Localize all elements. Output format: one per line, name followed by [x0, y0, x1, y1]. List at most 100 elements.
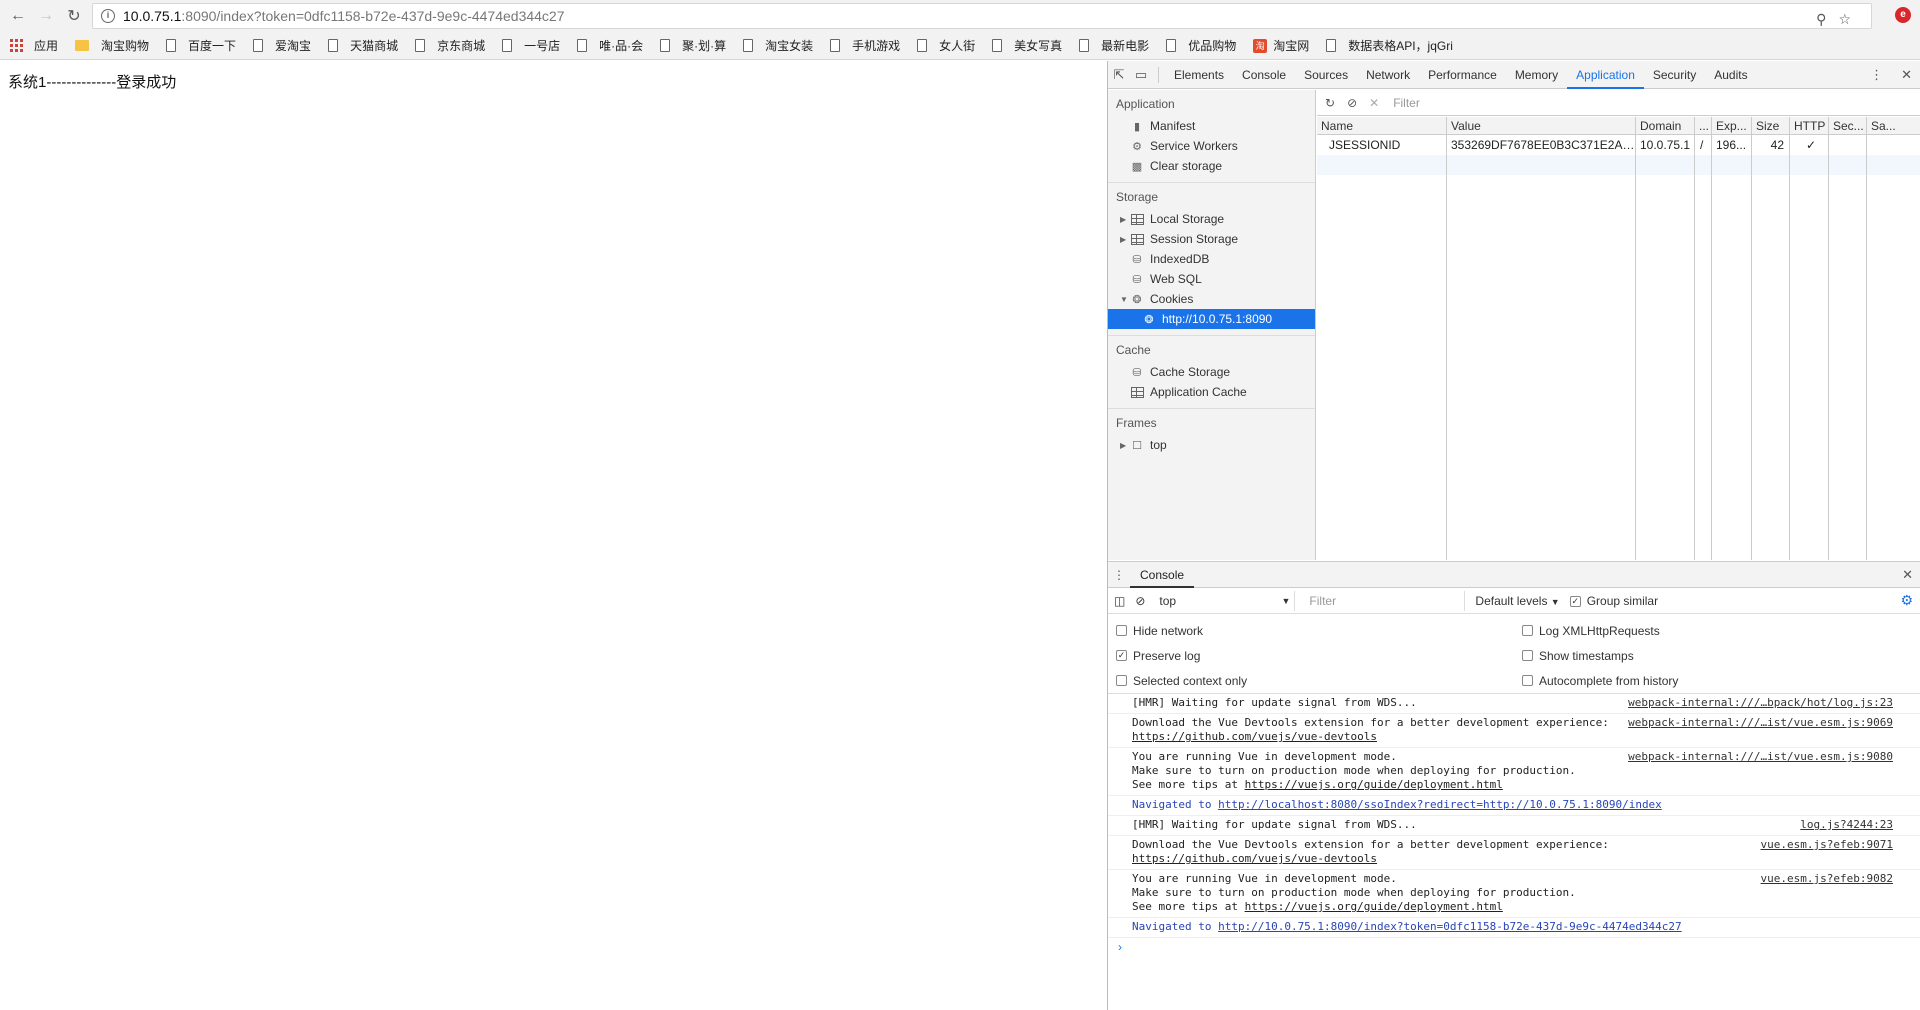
- tab-audits[interactable]: Audits: [1705, 61, 1756, 89]
- bookmark-item[interactable]: 爱淘宝: [253, 37, 311, 54]
- close-drawer-icon[interactable]: ✕: [1902, 567, 1913, 583]
- bookmark-item[interactable]: 女人街: [917, 37, 975, 54]
- message-link[interactable]: https://github.com/vuejs/vue-devtools: [1132, 852, 1377, 865]
- key-icon[interactable]: ⚲: [1816, 11, 1826, 28]
- console-settings-icon[interactable]: ⚙: [1900, 592, 1913, 609]
- inspect-icon[interactable]: ⇱: [1108, 67, 1130, 83]
- bookmark-item[interactable]: 聚·划·算: [660, 37, 726, 54]
- table-cell[interactable]: JSESSIONID: [1317, 135, 1446, 155]
- clear-all-icon[interactable]: ⊘: [1347, 96, 1357, 110]
- tab-sources[interactable]: Sources: [1295, 61, 1357, 89]
- expand-triangle-icon[interactable]: ▶: [1120, 215, 1130, 224]
- sidebar-item-local-storage[interactable]: ▶ Local Storage: [1108, 209, 1315, 229]
- column-header[interactable]: Exp...: [1712, 117, 1751, 135]
- bookmark-item[interactable]: 淘宝购物: [75, 37, 149, 54]
- bookmark-item[interactable]: 应用: [10, 37, 58, 54]
- bookmark-item[interactable]: 京东商城: [415, 37, 485, 54]
- bookmark-item[interactable]: 一号店: [502, 37, 560, 54]
- message-source-link[interactable]: webpack-internal:///…bpack/hot/log.js:23: [1628, 696, 1893, 710]
- sidebar-item-clear-storage[interactable]: ▩ Clear storage: [1108, 156, 1315, 176]
- message-source-link[interactable]: vue.esm.js?efeb:9082: [1761, 872, 1893, 886]
- column-header[interactable]: Domain: [1636, 117, 1694, 135]
- bookmark-item[interactable]: 最新电影: [1079, 37, 1149, 54]
- cookie-filter-input[interactable]: Filter: [1393, 96, 1420, 110]
- tab-console[interactable]: Console: [1233, 61, 1295, 89]
- sidebar-item-service-workers[interactable]: ⚙ Service Workers: [1108, 136, 1315, 156]
- sidebar-item-frame-top[interactable]: ▶ ☐ top: [1108, 435, 1315, 455]
- message-source-link[interactable]: vue.esm.js?efeb:9071: [1761, 838, 1893, 852]
- table-cell[interactable]: 353269DF7678EE0B3C371E2AA...: [1447, 135, 1635, 155]
- tab-elements[interactable]: Elements: [1165, 61, 1233, 89]
- console-filter-input[interactable]: Filter: [1305, 590, 1466, 611]
- column-header[interactable]: Size: [1752, 117, 1789, 135]
- message-link[interactable]: https://vuejs.org/guide/deployment.html: [1245, 900, 1503, 913]
- bookmark-item[interactable]: 百度一下: [166, 37, 236, 54]
- log-levels-dropdown[interactable]: Default levels ▼: [1475, 594, 1559, 608]
- more-menu-icon[interactable]: ⋮: [1870, 67, 1883, 83]
- message-source-link[interactable]: webpack-internal:///…ist/vue.esm.js:9080: [1628, 750, 1893, 764]
- star-icon[interactable]: ☆: [1838, 11, 1851, 28]
- setting-checkbox[interactable]: Selected context only: [1116, 668, 1522, 693]
- bookmark-item[interactable]: 优品购物: [1166, 37, 1236, 54]
- address-bar[interactable]: i 10.0.75.1:8090/index?token=0dfc1158-b7…: [92, 3, 1872, 29]
- bookmark-item[interactable]: 唯·品·会: [577, 37, 643, 54]
- drawer-menu-icon[interactable]: ⋮: [1108, 568, 1130, 582]
- console-prompt[interactable]: ›: [1108, 938, 1920, 954]
- sidebar-item-application-cache[interactable]: Application Cache: [1108, 382, 1315, 402]
- table-cell[interactable]: [1867, 135, 1920, 155]
- column-header[interactable]: Value: [1447, 117, 1635, 135]
- forward-arrow-icon[interactable]: →: [32, 2, 60, 30]
- clear-console-icon[interactable]: ⊘: [1135, 594, 1145, 608]
- device-toggle-icon[interactable]: ▭: [1130, 67, 1152, 83]
- table-cell[interactable]: [1829, 135, 1866, 155]
- sidebar-item-manifest[interactable]: ▮ Manifest: [1108, 116, 1315, 136]
- back-arrow-icon[interactable]: ←: [4, 2, 32, 30]
- column-header[interactable]: HTTP: [1790, 117, 1828, 135]
- context-selector[interactable]: top ▼: [1155, 590, 1296, 611]
- tab-security[interactable]: Security: [1644, 61, 1705, 89]
- bookmark-item[interactable]: 淘淘宝网: [1253, 37, 1309, 54]
- table-cell[interactable]: /: [1695, 135, 1711, 155]
- setting-checkbox[interactable]: Log XMLHttpRequests: [1522, 618, 1920, 643]
- tab-application[interactable]: Application: [1567, 61, 1644, 89]
- bookmark-item[interactable]: 数据表格API，jqGri: [1326, 37, 1453, 54]
- setting-checkbox[interactable]: Autocomplete from history: [1522, 668, 1920, 693]
- table-cell[interactable]: 196...: [1712, 135, 1751, 155]
- setting-checkbox[interactable]: ✓ Preserve log: [1116, 643, 1522, 668]
- info-icon[interactable]: i: [101, 9, 115, 23]
- message-link[interactable]: http://10.0.75.1:8090/index?token=0dfc11…: [1218, 920, 1682, 933]
- sidebar-item-indexeddb[interactable]: ⛁ IndexedDB: [1108, 249, 1315, 269]
- sidebar-item-cookies[interactable]: ▼ ❂ Cookies: [1108, 289, 1315, 309]
- message-link[interactable]: https://github.com/vuejs/vue-devtools: [1132, 730, 1377, 743]
- bookmark-item[interactable]: 天猫商城: [328, 37, 398, 54]
- bookmark-item[interactable]: 淘宝女装: [743, 37, 813, 54]
- column-header[interactable]: Name: [1317, 117, 1446, 135]
- message-source-link[interactable]: webpack-internal:///…ist/vue.esm.js:9069: [1628, 716, 1893, 730]
- reload-icon[interactable]: ↻: [60, 2, 88, 30]
- sidebar-item-cache-storage[interactable]: ⛁ Cache Storage: [1108, 362, 1315, 382]
- bookmark-item[interactable]: 美女写真: [992, 37, 1062, 54]
- sidebar-item-session-storage[interactable]: ▶ Session Storage: [1108, 229, 1315, 249]
- expand-triangle-icon[interactable]: ▶: [1120, 235, 1130, 244]
- table-cell[interactable]: 42: [1752, 135, 1789, 155]
- message-source-link[interactable]: log.js?4244:23: [1800, 818, 1893, 832]
- sidebar-item-cookie-origin[interactable]: ❂ http://10.0.75.1:8090: [1108, 309, 1315, 329]
- group-similar-checkbox[interactable]: ✓ Group similar: [1569, 594, 1658, 608]
- sidebar-toggle-icon[interactable]: ◫: [1114, 594, 1125, 608]
- bookmark-item[interactable]: 手机游戏: [830, 37, 900, 54]
- column-header[interactable]: Sec...: [1829, 117, 1866, 135]
- collapse-triangle-icon[interactable]: ▼: [1120, 295, 1130, 304]
- table-cell[interactable]: ✓: [1790, 135, 1828, 155]
- tab-performance[interactable]: Performance: [1419, 61, 1506, 89]
- tab-console[interactable]: Console: [1130, 562, 1195, 588]
- delete-selected-icon[interactable]: ✕: [1369, 96, 1379, 110]
- extension-icon[interactable]: e: [1895, 7, 1911, 23]
- sidebar-item-web-sql[interactable]: ⛁ Web SQL: [1108, 269, 1315, 289]
- setting-checkbox[interactable]: Show timestamps: [1522, 643, 1920, 668]
- table-cell[interactable]: 10.0.75.1: [1636, 135, 1694, 155]
- close-devtools-icon[interactable]: ✕: [1901, 67, 1912, 83]
- column-header[interactable]: Sa...: [1867, 117, 1920, 135]
- expand-triangle-icon[interactable]: ▶: [1120, 441, 1130, 450]
- setting-checkbox[interactable]: Hide network: [1116, 618, 1522, 643]
- tab-memory[interactable]: Memory: [1506, 61, 1567, 89]
